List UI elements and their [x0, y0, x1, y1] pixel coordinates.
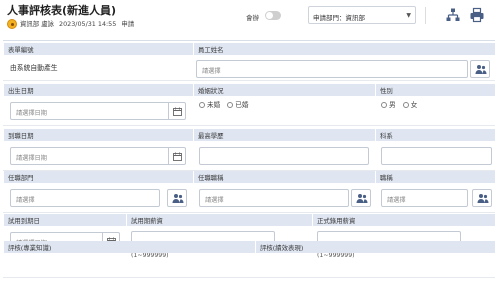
employee-name-input[interactable]: 請選擇	[196, 60, 468, 78]
marital-option-single[interactable]: 未婚	[199, 101, 220, 109]
major-input[interactable]	[381, 147, 492, 165]
major-label: 科系	[375, 129, 495, 141]
chevron-down-icon: ▼	[406, 12, 411, 19]
org-chart-icon[interactable]	[445, 7, 461, 23]
gender-option-female[interactable]: 女	[402, 101, 418, 109]
marital-option-married[interactable]: 已婚	[227, 101, 248, 109]
applicant-dept-select[interactable]: 申請部門：資訊部 ▼	[308, 6, 416, 24]
marital-married-label: 已婚	[235, 101, 249, 109]
birth-date-input[interactable]: 請選擇日期	[10, 102, 186, 120]
assigned-title-cell: 請選擇	[193, 183, 375, 213]
gender-male-label: 男	[389, 101, 396, 109]
gender-radio-group: 男 女	[381, 99, 422, 109]
probation-salary-label: 試用期薪資	[126, 214, 312, 226]
form-header: 人事評核表(新進人員) 資訊部 盧詠 2023/05/31 14:55 申請 會…	[0, 0, 500, 35]
form-no-cell: 由系統自動產生	[3, 55, 193, 81]
rank-placeholder: 請選擇	[387, 197, 406, 204]
regular-salary-hint: (1~999999)	[317, 252, 355, 259]
avatar	[7, 19, 17, 29]
assigned-title-input[interactable]: 請選擇	[199, 189, 349, 207]
page-title: 人事評核表(新進人員)	[7, 4, 117, 17]
assigned-title-label: 任職職稱	[193, 171, 375, 183]
marital-cell: 未婚 已婚	[193, 96, 375, 126]
eval-performance-label: 評核(績效表現)	[255, 241, 495, 253]
education-label: 最高學歷	[193, 129, 375, 141]
hire-date-input[interactable]: 請選擇日期	[10, 147, 186, 165]
regular-salary-label: 正式錄用薪資	[312, 214, 495, 226]
hire-date-cell: 請選擇日期	[3, 141, 193, 171]
employee-name-placeholder: 請選擇	[202, 68, 221, 75]
birth-date-label: 出生日期	[3, 84, 193, 96]
rank-cell: 請選擇	[375, 183, 495, 213]
gender-label: 性別	[375, 84, 495, 96]
form-no-label: 表單編號	[3, 43, 193, 55]
countersign-label: 會辦	[246, 14, 259, 22]
birth-date-cell: 請選擇日期	[3, 96, 193, 126]
evaluation-form: 表單編號 員工姓名 由系統自動產生 請選擇 出生日期 婚姻狀況 性別 請選擇日期…	[3, 40, 495, 281]
form-no-value: 由系統自動產生	[10, 64, 58, 72]
eval-professional-label: 評核(專業知識)	[3, 241, 255, 253]
employee-picker-button[interactable]	[470, 60, 490, 78]
gender-cell: 男 女	[375, 96, 495, 126]
marital-radio-group: 未婚 已婚	[199, 99, 253, 109]
probation-salary-hint: (1~999999)	[131, 252, 169, 259]
users-icon	[477, 194, 489, 203]
applicant-dept-value: 申請部門：資訊部	[313, 14, 365, 22]
users-icon	[356, 194, 368, 203]
assigned-dept-placeholder: 請選擇	[16, 197, 35, 204]
hire-date-label: 到職日期	[3, 129, 193, 141]
rank-input[interactable]: 請選擇	[381, 189, 468, 207]
datetime-text: 2023/05/31 14:55	[59, 20, 117, 28]
rank-label: 職稱	[375, 171, 495, 183]
author-text: 資訊部 盧詠	[20, 20, 54, 28]
major-cell	[375, 141, 495, 171]
users-icon	[172, 194, 184, 203]
radio-circle[interactable]	[199, 102, 205, 108]
marital-label: 婚姻狀況	[193, 84, 375, 96]
assigned-dept-input[interactable]: 請選擇	[10, 189, 160, 207]
calendar-icon[interactable]	[168, 148, 185, 164]
users-icon	[475, 65, 487, 74]
assigned-title-placeholder: 請選擇	[205, 197, 224, 204]
calendar-icon[interactable]	[168, 103, 185, 119]
birth-date-placeholder: 請選擇日期	[16, 110, 47, 117]
hire-date-placeholder: 請選擇日期	[16, 155, 47, 162]
assigned-dept-label: 任職部門	[3, 171, 193, 183]
countersign-toggle[interactable]	[265, 11, 281, 20]
probation-end-label: 試用到期日	[3, 214, 126, 226]
dept-picker-button[interactable]	[167, 189, 187, 207]
print-icon[interactable]	[469, 7, 485, 23]
education-input[interactable]	[199, 147, 369, 165]
employee-name-cell: 請選擇	[193, 55, 495, 81]
header-divider	[425, 7, 426, 24]
gender-female-label: 女	[410, 101, 418, 109]
title-picker-button[interactable]	[351, 189, 371, 207]
gender-option-male[interactable]: 男	[381, 101, 396, 109]
rank-picker-button[interactable]	[472, 189, 492, 207]
action-text: 申請	[121, 20, 135, 28]
employee-name-label: 員工姓名	[193, 43, 495, 55]
radio-circle[interactable]	[227, 102, 234, 108]
radio-circle[interactable]	[381, 102, 387, 108]
radio-circle[interactable]	[402, 102, 409, 108]
marital-single-label: 未婚	[207, 101, 221, 109]
form-meta: 資訊部 盧詠 2023/05/31 14:55 申請	[20, 19, 137, 28]
education-cell	[193, 141, 375, 171]
assigned-dept-cell: 請選擇	[3, 183, 193, 213]
